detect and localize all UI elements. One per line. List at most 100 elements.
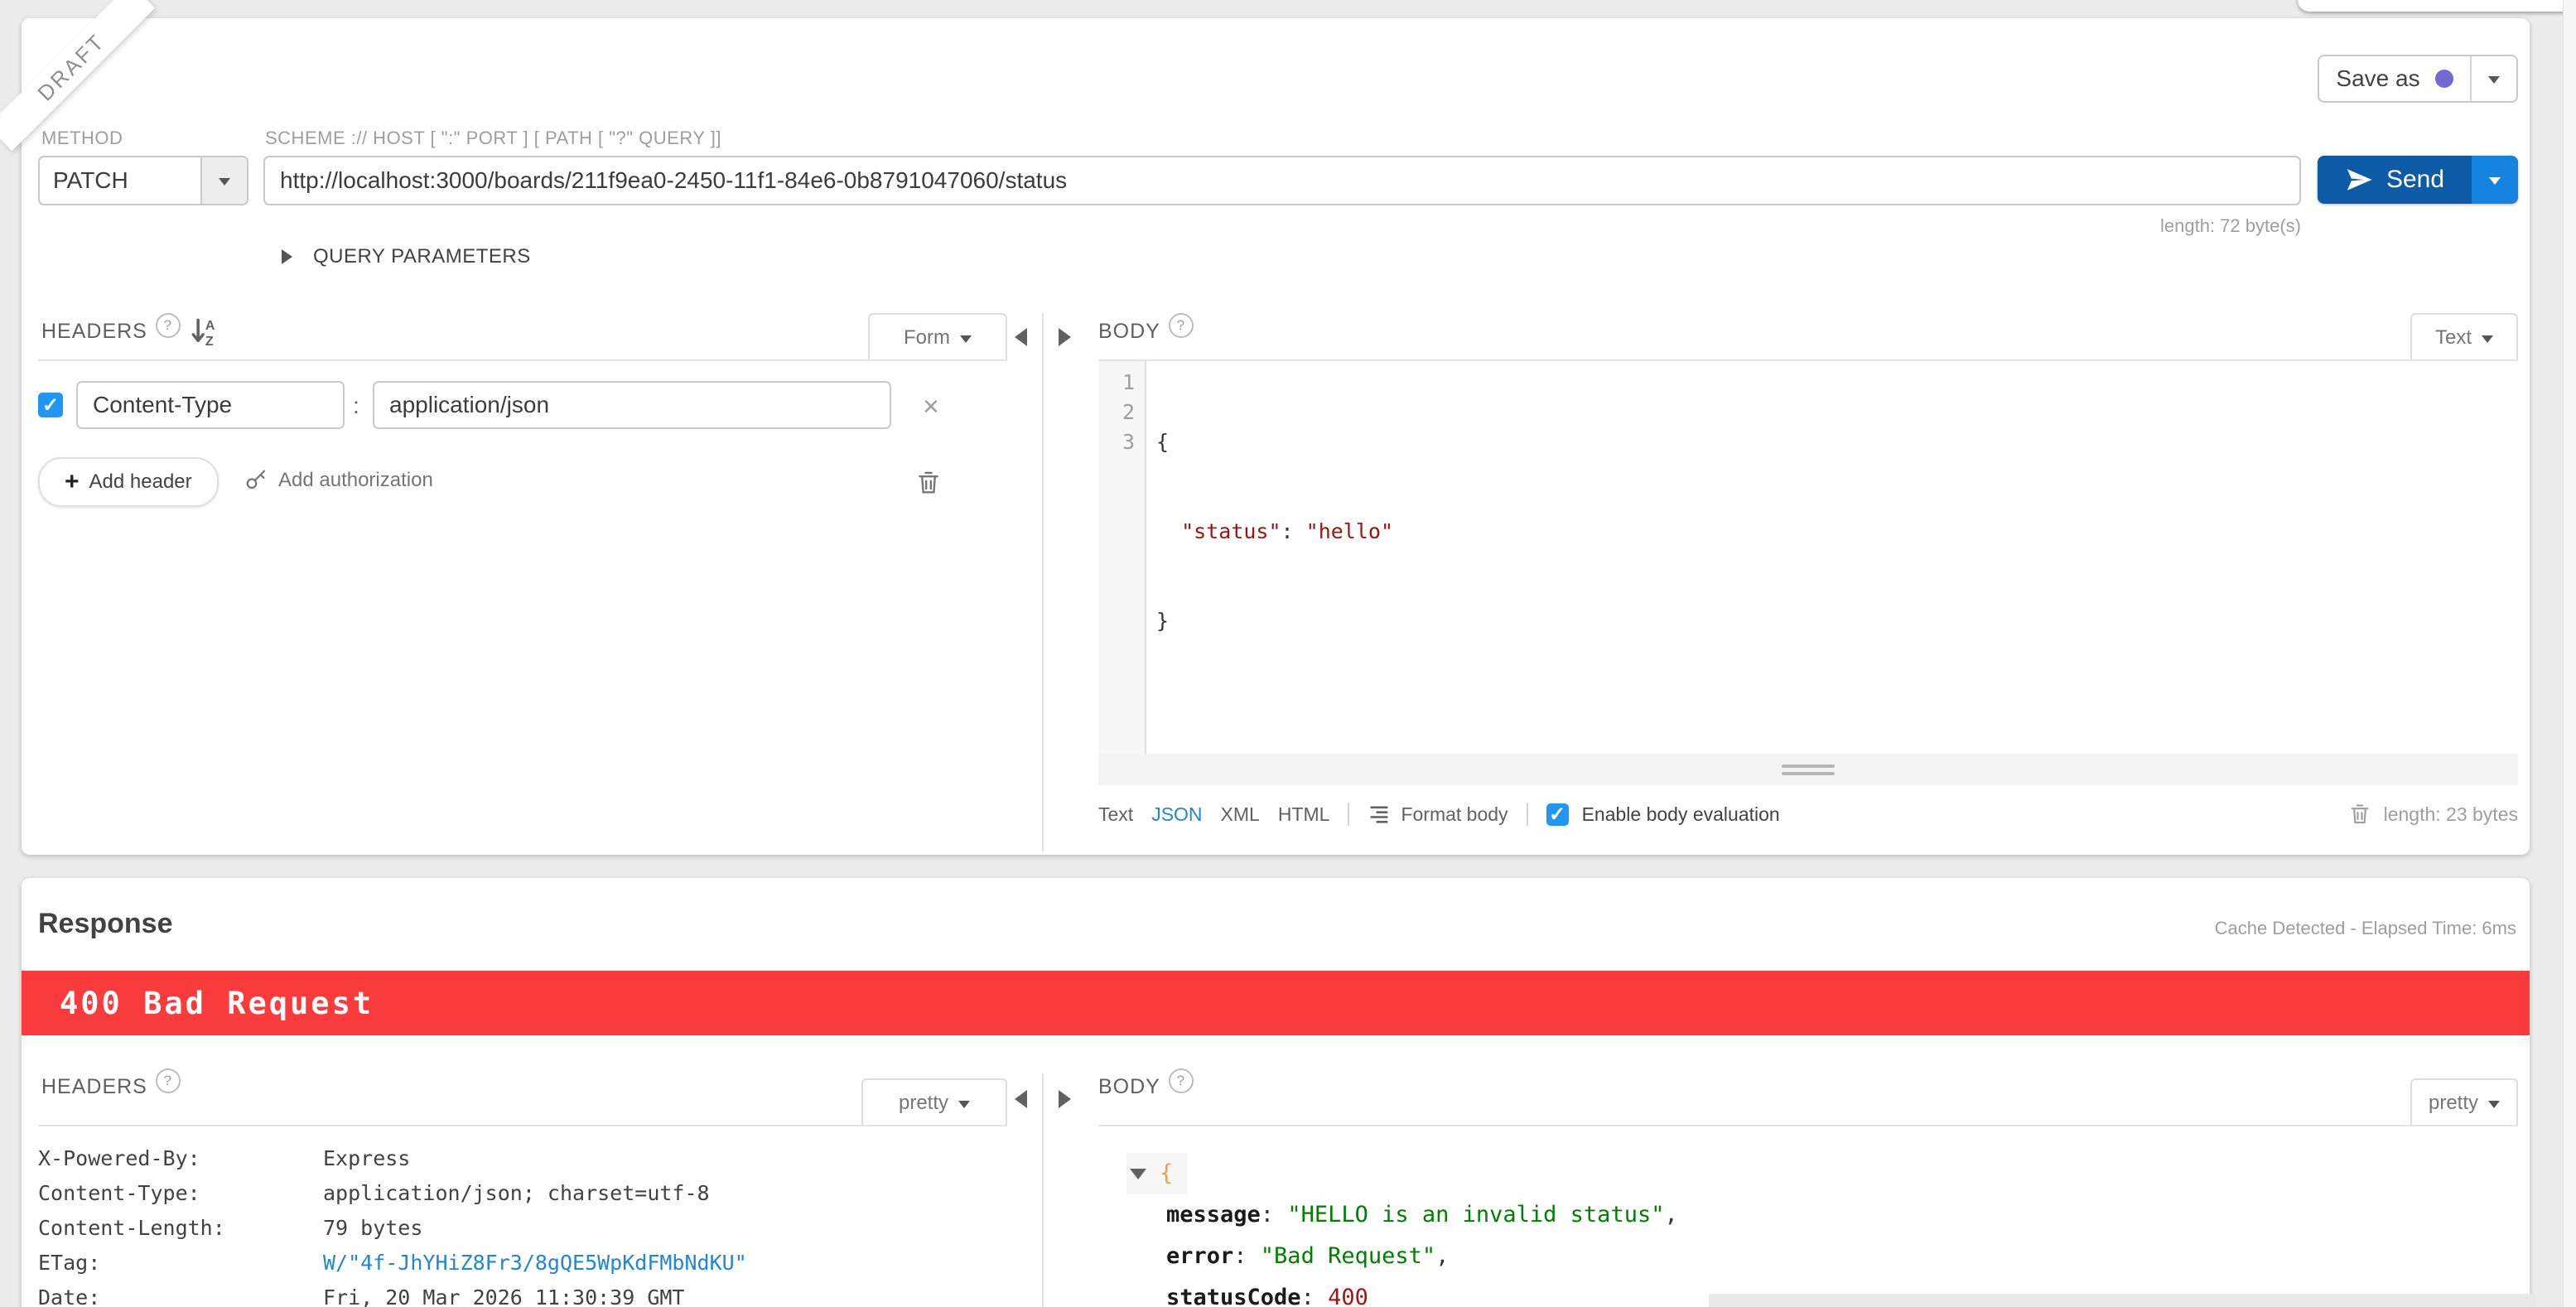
svg-text:A: A <box>205 318 216 333</box>
remove-header-icon[interactable]: × <box>923 393 939 421</box>
vertical-scrollbar[interactable] <box>2563 0 2576 1307</box>
add-header-label: Add header <box>89 470 192 494</box>
collapse-right-arrow[interactable] <box>1059 328 1080 346</box>
format-body-button[interactable]: Format body <box>1401 803 1507 826</box>
json-row: error: "Bad Request", <box>1166 1236 1678 1277</box>
chevron-down-icon <box>2489 177 2501 191</box>
headers-view-mode-select[interactable]: Form <box>868 313 1007 361</box>
help-icon[interactable]: ? <box>1169 1068 1194 1093</box>
response-headers-list: X-Powered-By: Express Content-Type: appl… <box>38 1141 747 1307</box>
body-footer-toolbar: Text JSON XML HTML Format body Enable bo… <box>1098 802 2518 827</box>
response-header-row: ETag: W/"4f-JhYHiZ8Fr3/8gQE5WpKdFMbNdKU" <box>38 1246 747 1280</box>
help-icon[interactable]: ? <box>156 313 181 338</box>
send-label: Send <box>2386 166 2444 194</box>
drag-grip-icon <box>1782 760 1835 779</box>
response-headers-title: HEADERS <box>41 1075 147 1099</box>
body-type-text[interactable]: Text <box>1098 803 1133 826</box>
save-as-dropdown[interactable] <box>2470 56 2516 101</box>
header-separator: : <box>353 393 359 419</box>
save-as-button[interactable]: Save as <box>2318 55 2518 103</box>
response-body-rule <box>1098 1125 2518 1126</box>
body-section-label: BODY ? <box>1098 320 1194 344</box>
panel-divider <box>1042 1073 1044 1307</box>
method-label: METHOD <box>41 128 123 149</box>
code-line-3: } <box>1156 606 1393 636</box>
unsaved-changes-dot-icon <box>2435 70 2453 88</box>
response-header-row: X-Powered-By: Express <box>38 1141 747 1176</box>
code-line-2: "status": "hello" <box>1156 517 1393 547</box>
body-length-info: length: 23 bytes <box>2384 803 2518 826</box>
headers-title: HEADERS <box>41 320 147 344</box>
query-parameters-toggle[interactable]: QUERY PARAMETERS <box>282 245 531 268</box>
response-title: Response <box>38 908 173 940</box>
panel-divider <box>1042 313 1044 851</box>
help-icon[interactable]: ? <box>1169 313 1194 338</box>
response-body-view-select[interactable]: pretty <box>2410 1078 2518 1126</box>
key-icon <box>244 468 268 493</box>
header-name-input[interactable] <box>76 381 345 429</box>
collapse-left-arrow[interactable] <box>1006 328 1027 346</box>
clear-body-trash-icon[interactable] <box>2347 802 2372 827</box>
save-as-label: Save as <box>2336 65 2419 92</box>
svg-text:Z: Z <box>205 334 215 348</box>
response-header-row: Content-Type: application/json; charset=… <box>38 1176 747 1211</box>
send-main[interactable]: Send <box>2318 156 2472 204</box>
method-select[interactable]: PATCH <box>38 156 248 205</box>
response-header-row: Date: Fri, 20 Mar 2026 11:30:39 GMT <box>38 1280 747 1307</box>
editor-code[interactable]: { "status": "hello" } <box>1156 368 1393 696</box>
method-value: PATCH <box>40 157 200 204</box>
enable-evaluation-checkbox[interactable] <box>1546 803 1569 826</box>
save-as-main[interactable]: Save as <box>2319 56 2470 101</box>
add-header-button[interactable]: + Add header <box>38 457 219 507</box>
response-headers-view-select[interactable]: pretty <box>861 1078 1007 1126</box>
url-label: SCHEME :// HOST [ ":" PORT ] [ PATH [ "?… <box>265 128 721 149</box>
help-icon[interactable]: ? <box>156 1068 181 1093</box>
sort-az-icon[interactable]: A Z <box>189 316 217 354</box>
send-plane-icon <box>2345 166 2373 194</box>
response-status-text: 400 Bad Request <box>60 986 374 1021</box>
chevron-down-icon <box>2482 335 2493 349</box>
collapse-left-arrow[interactable] <box>1006 1090 1027 1108</box>
delete-headers-trash-icon[interactable] <box>914 469 943 497</box>
body-type-html[interactable]: HTML <box>1278 803 1330 826</box>
body-type-xml[interactable]: XML <box>1221 803 1260 826</box>
collapse-right-arrow[interactable] <box>1059 1090 1080 1108</box>
headers-rule <box>38 359 1007 361</box>
body-view-mode-value: Text <box>2435 326 2472 350</box>
send-button[interactable]: Send <box>2318 156 2518 204</box>
request-body-editor[interactable]: 1 2 3 { "status": "hello" } <box>1098 361 2518 754</box>
chevron-down-icon <box>958 1101 970 1114</box>
json-row: statusCode: 400 <box>1166 1277 1678 1307</box>
request-card: DRAFT Save as METHOD SCHEME :// HOST [ "… <box>22 18 2530 855</box>
header-enabled-checkbox[interactable] <box>38 393 63 417</box>
header-value-input[interactable] <box>373 381 891 429</box>
response-headers-view-value: pretty <box>899 1092 948 1115</box>
expand-right-icon <box>282 249 300 264</box>
query-parameters-label: QUERY PARAMETERS <box>313 245 531 268</box>
editor-resize-handle[interactable] <box>1098 754 2518 785</box>
rester-app: DRAFT Save as METHOD SCHEME :// HOST [ "… <box>0 0 2576 1307</box>
etag-value[interactable]: W/"4f-JhYHiZ8Fr3/8gQE5WpKdFMbNdKU" <box>323 1246 747 1280</box>
send-dropdown[interactable] <box>2472 156 2518 204</box>
url-input[interactable] <box>263 156 2301 205</box>
enable-evaluation-label[interactable]: Enable body evaluation <box>1582 803 1780 826</box>
response-card: Response Cache Detected - Elapsed Time: … <box>22 878 2530 1307</box>
url-length-info: length: 72 byte(s) <box>2160 215 2301 237</box>
chevron-down-icon <box>219 178 230 191</box>
json-row: message: "HELLO is an invalid status", <box>1166 1194 1678 1236</box>
separator <box>1527 803 1528 826</box>
body-type-json[interactable]: JSON <box>1151 803 1202 826</box>
code-line-1: { <box>1156 427 1393 457</box>
response-status-banner: 400 Bad Request <box>22 971 2530 1035</box>
response-header-row: Content-Length: 79 bytes <box>38 1211 747 1246</box>
method-dropdown[interactable] <box>200 157 247 204</box>
horizontal-scrollbar[interactable] <box>1709 1294 2537 1307</box>
add-authorization-button[interactable]: Add authorization <box>244 457 433 504</box>
chevron-down-icon <box>960 335 972 349</box>
floating-panel-tab[interactable] <box>2298 0 2576 12</box>
collapse-node-icon[interactable] <box>1130 1169 1146 1188</box>
format-body-icon <box>1368 803 1391 826</box>
headers-section-label: HEADERS ? A Z <box>41 320 217 354</box>
body-view-mode-select[interactable]: Text <box>2410 313 2518 361</box>
response-headers-label: HEADERS ? <box>41 1075 181 1099</box>
